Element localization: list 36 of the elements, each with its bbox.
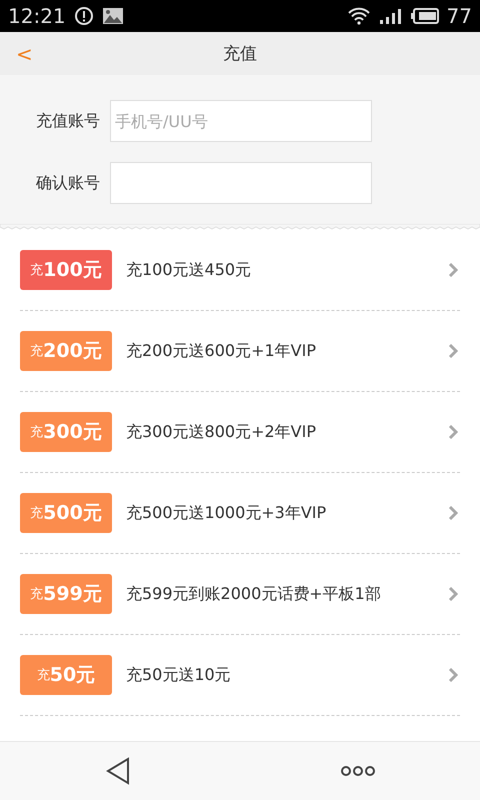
chevron-icon	[448, 263, 458, 277]
amount-badge: 充200元	[20, 331, 112, 371]
offer-item[interactable]: 充100元 充100元送450元	[20, 230, 460, 311]
amount-badge: 充50元	[20, 655, 112, 695]
offer-description: 充50元送10元	[126, 664, 232, 686]
chevron-icon	[448, 506, 458, 520]
amount-badge: 充599元	[20, 574, 112, 614]
chevron-icon	[448, 425, 458, 439]
input-field[interactable]: 手机号/UU号	[110, 100, 372, 142]
offer-description: 充599元到账2000元话费+平板1部	[126, 584, 382, 604]
chevron-icon	[448, 587, 458, 601]
offer-description: 充100元送450元	[126, 260, 252, 280]
offer-description: 充200元送600元+1年VIP	[126, 340, 317, 362]
offer-item[interactable]: 充500元 充500元送1000元+3年VIP	[20, 473, 460, 554]
field-label: 充值账号	[35, 110, 100, 132]
signal-icon	[378, 7, 403, 25]
image-icon	[102, 7, 124, 25]
input-field[interactable]	[110, 162, 372, 204]
offer-item[interactable]: 充599元 充599元到账2000元话费+平板1部	[20, 554, 460, 635]
alert-icon	[74, 6, 94, 26]
offer-item[interactable]: 充300元 充300元送800元+2年VIP	[20, 392, 460, 473]
amount-badge: 充500元	[20, 493, 112, 533]
page-title: 充值	[223, 43, 257, 65]
chevron-icon	[448, 344, 458, 358]
chevron-icon	[448, 668, 458, 682]
battery-icon	[410, 8, 439, 24]
amount-badge: 充300元	[20, 412, 112, 452]
offer-item[interactable]: 充50元 充50元送10元	[20, 635, 460, 716]
offer-item[interactable]: 充200元 充200元送600元+1年VIP	[20, 311, 460, 392]
offer-description: 充500元送1000元+3年VIP	[126, 502, 328, 524]
amount-badge: 充100元	[20, 250, 112, 290]
field-label: 确认账号	[35, 172, 100, 194]
battery-level: 77	[446, 4, 472, 28]
wifi-icon	[346, 7, 371, 25]
status-time: 12:21	[8, 4, 66, 28]
offer-description: 充300元送800元+2年VIP	[126, 422, 317, 442]
